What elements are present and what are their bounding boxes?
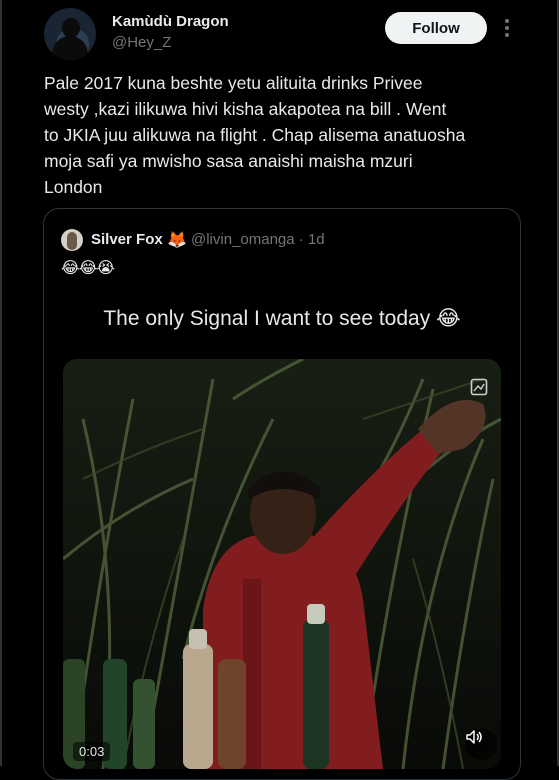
quoted-text-emojis: 😂😂😭	[61, 260, 115, 277]
quoted-post-header: Silver Fox 🦊 @livin_omanga · 1d	[61, 229, 501, 251]
laugh-emoji: 😂	[436, 307, 461, 330]
more-vertical-icon[interactable]	[496, 15, 518, 41]
video-timestamp: 0:03	[73, 742, 111, 761]
left-border	[0, 0, 2, 766]
author-handle[interactable]: @Hey_Z	[112, 34, 171, 51]
video-frame	[63, 359, 501, 769]
video-player[interactable]: 0:03	[63, 359, 501, 769]
quoted-author-name[interactable]: Silver Fox	[91, 231, 163, 248]
fox-emoji: 🦊	[167, 232, 187, 249]
volume-button[interactable]	[465, 728, 497, 760]
video-caption-row: The only Signal I want to see today 😂	[44, 306, 520, 331]
author-avatar[interactable]	[44, 8, 96, 60]
video-caption: The only Signal I want to see today	[103, 307, 431, 330]
volume-icon	[466, 730, 482, 744]
author-name[interactable]: Kamùdù Dragon	[112, 13, 229, 30]
post-header: Kamùdù Dragon @Hey_Z Follow	[44, 8, 534, 60]
quoted-handle-time[interactable]: @livin_omanga · 1d	[191, 231, 325, 248]
gif-icon	[470, 378, 488, 396]
quoted-author-avatar[interactable]	[61, 229, 83, 251]
tweet-text: Pale 2017 kuna beshte yetu alituita drin…	[44, 73, 466, 197]
quoted-post[interactable]: Silver Fox 🦊 @livin_omanga · 1d 😂😂😭 The …	[43, 208, 521, 780]
follow-button[interactable]: Follow	[385, 12, 487, 44]
